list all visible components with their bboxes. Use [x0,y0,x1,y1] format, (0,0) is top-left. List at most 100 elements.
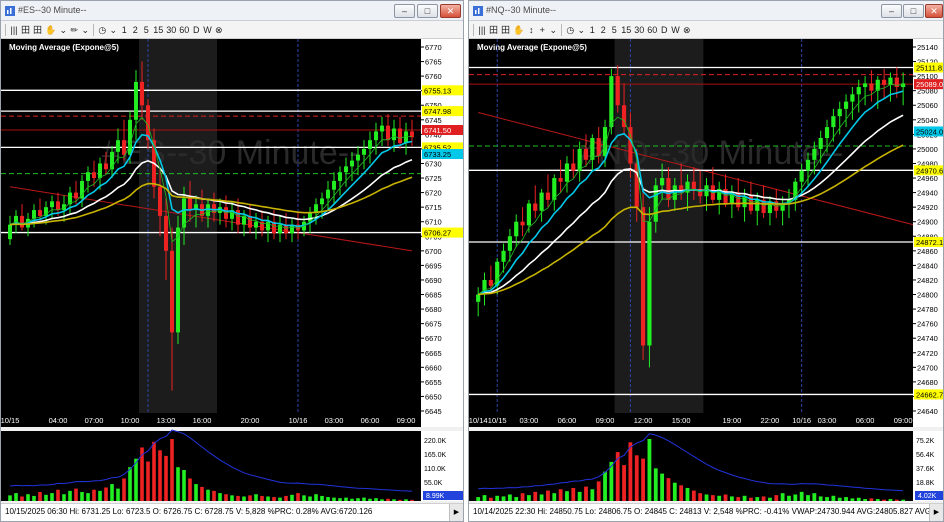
window-titlebar[interactable]: #ES--30 Minute-- – □ ✕ [1,1,463,21]
volume-bar [8,495,12,501]
toolbar-button-14[interactable]: 15 [621,23,631,37]
toolbar-button-15[interactable]: 30 [634,23,644,37]
volume-bar [122,478,126,501]
volume-bar [894,499,899,501]
price-chart[interactable]: #ES--30 Minute-- Moving Average (Expone@5… [1,39,464,505]
toolbar-button-15[interactable]: 30 [166,23,176,37]
toolbar-button-1[interactable]: ||| [478,23,486,37]
toolbar-button-10[interactable]: ⌄ [577,23,585,37]
toolbar-button-7[interactable]: ⌄ [81,23,89,37]
volume-bar [710,495,715,501]
toolbar-button-18[interactable]: W [671,23,680,37]
toolbar-button-5[interactable]: ⌄ [59,23,67,37]
maximize-button[interactable]: □ [417,4,438,18]
toolbar-button-13[interactable]: 5 [610,23,618,37]
time-tick-label: 09:00 [596,416,615,425]
volume-bar [774,495,779,501]
volume-bar [869,498,874,501]
price-tick-label: 24640 [917,407,938,416]
candle-body [526,203,532,226]
toolbar-button-11[interactable]: 1 [588,23,596,37]
toolbar-button-4[interactable]: ✋ [45,23,56,37]
scroll-right-arrow[interactable]: ▶ [449,504,463,521]
toolbar-button-10[interactable]: ⌄ [109,23,117,37]
toolbar-button-6[interactable]: ✏ [70,23,78,37]
window-title: #NQ--30 Minute-- [486,5,557,15]
toolbar-button-5[interactable]: ↕ [527,23,535,37]
volume-bar [799,491,804,501]
window-titlebar[interactable]: #NQ--30 Minute-- – □ ✕ [469,1,943,21]
minimize-button[interactable]: – [394,4,415,18]
toolbar-button-18[interactable]: W [203,23,212,37]
toolbar-button-9[interactable]: ◷ [566,23,574,37]
candle-body [50,201,54,208]
volume-bar [856,497,861,501]
volume-bar [596,481,601,501]
price-tick-label: 6680 [425,305,442,314]
toolbar-button-13[interactable]: 5 [142,23,150,37]
toolbar-button-1[interactable]: ||| [10,23,18,37]
candle-body [609,76,614,128]
volume-bar [362,497,366,501]
volume-tick-label: 18.8K [916,480,935,487]
price-chart[interactable]: #NQ--30 Minute-- Moving Average (Expone@5… [469,39,944,505]
volume-bar [875,499,880,501]
volume-bar [380,499,384,501]
toolbar-button-16[interactable]: 60 [647,23,657,37]
chart-panel[interactable]: #ES--30 Minute-- Moving Average (Expone@5… [1,39,464,510]
close-button[interactable]: ✕ [440,4,461,18]
minimize-button[interactable]: – [881,4,902,18]
price-tick-label: 6720 [425,189,442,198]
toolbar-button-2[interactable]: 田 [21,23,30,37]
toolbar-button-9[interactable]: ◷ [98,23,106,37]
volume-bar [666,478,671,501]
toolbar-button-14[interactable]: 15 [153,23,163,37]
candle-body [326,189,330,199]
price-tick-label: 6715 [425,203,442,212]
volume-tick-label: 55.0K [424,480,443,487]
time-tick-label: 07:00 [85,416,104,425]
price-tick-label: 24960 [917,174,938,183]
time-tick-label: 09:00 [397,416,416,425]
close-button[interactable]: ✕ [925,4,943,18]
toolbar-button-3[interactable]: 田 [33,23,42,37]
volume-bar [386,498,390,501]
toolbar-button-4[interactable]: ✋ [513,23,524,37]
volume-bar [200,486,204,501]
maximize-button[interactable]: □ [903,4,924,18]
toolbar-button-17[interactable]: D [192,23,200,37]
toolbar-button-6[interactable]: + [538,23,546,37]
toolbar-button-12[interactable]: 2 [599,23,607,37]
candle-body [615,76,620,106]
toolbar-button-19[interactable]: ⊗ [215,23,223,37]
candle-body [20,215,24,228]
toolbar-button-11[interactable]: 1 [120,23,128,37]
time-tick-label: 10/16 [792,416,811,425]
candle-body [666,178,671,200]
chart-panel[interactable]: #NQ--30 Minute-- Moving Average (Expone@5… [469,39,944,510]
candle-body [176,227,180,333]
chart-window-es[interactable]: #ES--30 Minute-- – □ ✕ ||| 田田 ✋ ⌄ ✏ ⌄ ◷ ⌄ 1 2 5 15 3… [0,0,464,522]
scroll-right-arrow[interactable]: ▶ [929,504,943,521]
toolbar-button-16[interactable]: 60 [179,23,189,37]
toolbar-button-2[interactable]: 田 [489,23,498,37]
price-tick-label: 24680 [917,378,938,387]
volume-bar [787,495,791,501]
volume-bar [26,494,30,501]
candle-body [86,172,90,181]
toolbar-button-12[interactable]: 2 [131,23,139,37]
volume-bar [514,497,519,501]
price-level-tag-label: 6706.27 [424,229,451,238]
toolbar-button-19[interactable]: ⊗ [683,23,691,37]
toolbar-button-17[interactable]: D [660,23,668,37]
chart-window-nq[interactable]: #NQ--30 Minute-- – □ ✕ ||| 田田 ✋ ↕ + ⌄ ◷ ⌄ 1 2 5 15 3… [468,0,944,522]
toolbar-button-3[interactable]: 田 [501,23,510,37]
volume-bar [603,471,607,501]
volume-bar [742,495,747,501]
toolbar-separator [561,23,563,36]
volume-bar [278,497,282,501]
price-tick-label: 24900 [917,218,938,227]
toolbar-button-7[interactable]: ⌄ [549,23,557,37]
candle-body [164,215,168,251]
candle-body [812,148,817,160]
